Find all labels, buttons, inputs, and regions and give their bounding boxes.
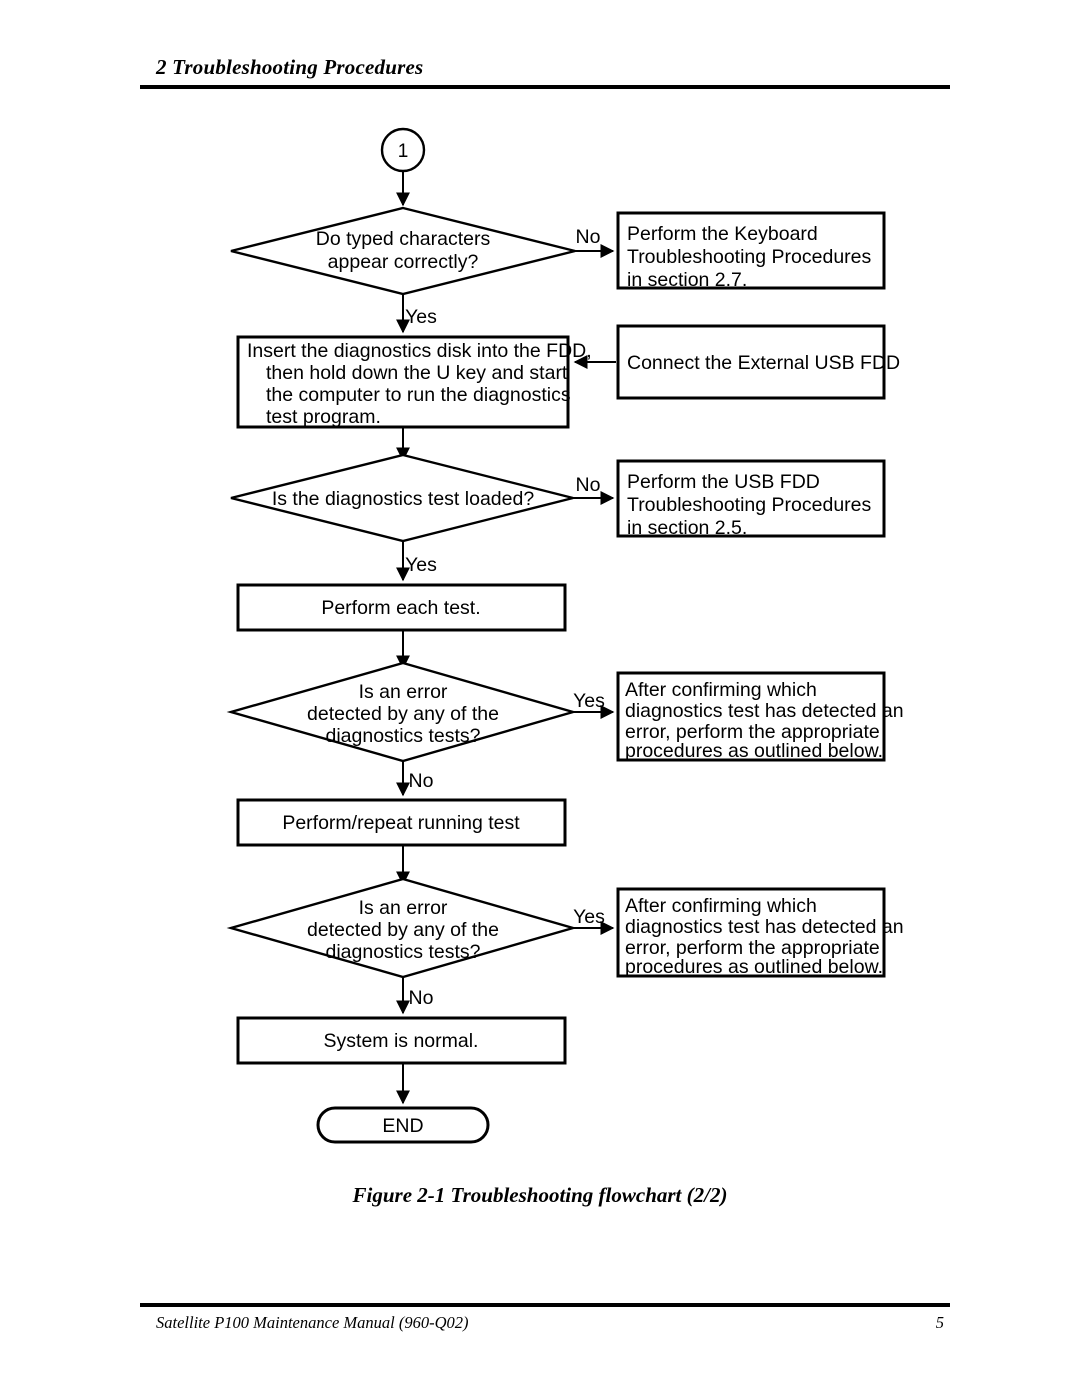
process-usbfdd-line2: Troubleshooting Procedures xyxy=(627,494,872,516)
edge-label-yes-3: Yes xyxy=(573,690,605,712)
process-keyboard-line2: Troubleshooting Procedures xyxy=(627,246,872,268)
process-connect-external-usb-fdd: Connect the External USB FDD xyxy=(616,324,900,400)
connector-node-1-label: 1 xyxy=(398,141,409,162)
process-confirm2-line4: procedures as outlined below. xyxy=(625,956,883,978)
terminator-end: END xyxy=(316,1106,490,1144)
decision-error-detected-2: Is an error detected by any of the diagn… xyxy=(226,877,578,979)
decision-error1-line1: Is an error xyxy=(359,681,448,703)
process-perform-repeat-running-test: Perform/repeat running test xyxy=(236,798,567,847)
edge-label-no-3: No xyxy=(409,770,434,792)
process-usbfdd-line1: Perform the USB FDD xyxy=(627,471,820,493)
process-confirm2-line1: After confirming which xyxy=(625,895,817,917)
process-after-confirming-2: After confirming which diagnostics test … xyxy=(616,887,904,978)
edge-label-yes-1: Yes xyxy=(405,306,437,328)
process-connect-usbfdd-line1: Connect the External USB FDD xyxy=(627,352,900,374)
process-insert-line1: Insert the diagnostics disk into the FDD… xyxy=(247,340,592,362)
decision-typed-characters-line2: appear correctly? xyxy=(328,251,479,273)
edge-label-no-1: No xyxy=(576,226,601,248)
process-insert-line2: then hold down the U key and start xyxy=(266,362,568,384)
process-keyboard-line1: Perform the Keyboard xyxy=(627,223,818,245)
edge-label-yes-4: Yes xyxy=(573,906,605,928)
edge-label-no-2: No xyxy=(576,474,601,496)
footer-page-number: 5 xyxy=(935,1313,944,1332)
footer-manual-title: Satellite P100 Maintenance Manual (960-Q… xyxy=(156,1313,469,1332)
process-confirm2-line2: diagnostics test has detected an xyxy=(625,916,904,938)
process-keyboard-line3: in section 2.7. xyxy=(627,269,747,291)
process-usb-fdd-troubleshooting: Perform the USB FDD Troubleshooting Proc… xyxy=(616,459,886,539)
process-repeat-line1: Perform/repeat running test xyxy=(282,812,520,834)
process-insert-diagnostics-disk: Insert the diagnostics disk into the FDD… xyxy=(236,335,592,429)
decision-error-detected-1: Is an error detected by any of the diagn… xyxy=(226,661,578,763)
decision-error1-line3: diagnostics tests? xyxy=(325,725,480,747)
figure-caption: Figure 2-1 Troubleshooting flowchart (2/… xyxy=(352,1183,728,1207)
process-confirm1-line4: procedures as outlined below. xyxy=(625,740,883,762)
footer-divider xyxy=(140,1303,950,1307)
process-insert-line4: test program. xyxy=(266,406,381,428)
process-keyboard-troubleshooting: Perform the Keyboard Troubleshooting Pro… xyxy=(616,211,886,291)
process-after-confirming-1: After confirming which diagnostics test … xyxy=(616,671,904,762)
terminator-end-label: END xyxy=(382,1115,423,1137)
edge-label-yes-2: Yes xyxy=(405,554,437,576)
edge-label-no-4: No xyxy=(409,987,434,1009)
process-system-normal-line1: System is normal. xyxy=(324,1030,479,1052)
process-perform-each-test-line1: Perform each test. xyxy=(321,597,480,619)
process-perform-each-test: Perform each test. xyxy=(236,583,567,632)
decision-diagnostics-test-loaded: Is the diagnostics test loaded? xyxy=(230,453,574,543)
decision-error2-line2: detected by any of the xyxy=(307,919,499,941)
process-confirm1-line2: diagnostics test has detected an xyxy=(625,700,904,722)
page-footer: Satellite P100 Maintenance Manual (960-Q… xyxy=(140,1303,950,1333)
footer-row: Satellite P100 Maintenance Manual (960-Q… xyxy=(140,1313,950,1333)
decision-error2-line1: Is an error xyxy=(359,897,448,919)
process-confirm1-line1: After confirming which xyxy=(625,679,817,701)
decision-typed-characters: Do typed characters appear correctly? xyxy=(230,206,576,296)
decision-error1-line2: detected by any of the xyxy=(307,703,499,725)
decision-error2-line3: diagnostics tests? xyxy=(325,941,480,963)
connector-node-1: 1 xyxy=(380,127,426,173)
process-system-is-normal: System is normal. xyxy=(236,1016,567,1065)
troubleshooting-flowchart: 1 Do typed characters appear correctly? … xyxy=(226,127,904,1144)
process-insert-line3: the computer to run the diagnostics xyxy=(266,384,571,406)
process-usbfdd-line3: in section 2.5. xyxy=(627,517,747,539)
decision-typed-characters-line1: Do typed characters xyxy=(316,228,491,250)
decision-test-loaded-line1: Is the diagnostics test loaded? xyxy=(272,488,534,510)
